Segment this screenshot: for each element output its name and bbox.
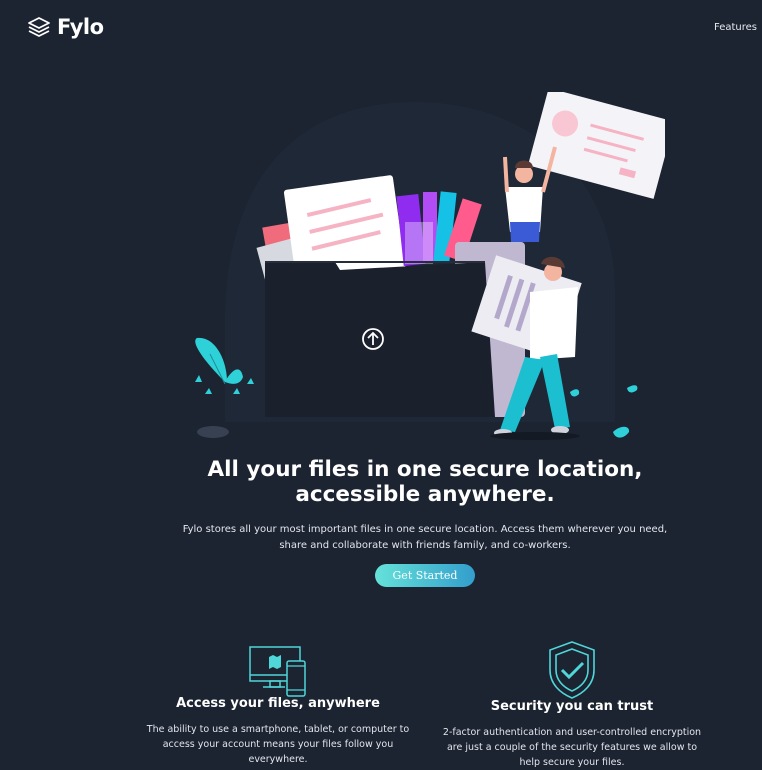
feature-title: Security you can trust bbox=[490, 699, 654, 714]
rock bbox=[197, 426, 229, 438]
feature-description-line: everywhere. bbox=[248, 754, 308, 765]
hero-description: Fylo stores all your most important file… bbox=[180, 522, 670, 553]
brand-logo[interactable]: Fylo bbox=[27, 14, 104, 40]
nav-link-features[interactable]: Features bbox=[714, 22, 757, 33]
main-nav: Features bbox=[714, 22, 757, 33]
feature-description: The ability to use a smartphone, tablet,… bbox=[140, 722, 416, 767]
ground-shadow bbox=[490, 432, 580, 440]
hero-description-line-2: share and collaborate with friends famil… bbox=[279, 539, 571, 551]
feature-description: 2-factor authentication and user-control… bbox=[434, 725, 710, 770]
hero-title-line-1: All your files in one secure location, bbox=[207, 457, 643, 482]
devices-icon bbox=[249, 646, 306, 697]
leaf-2 bbox=[627, 385, 638, 393]
brand-name: Fylo bbox=[57, 15, 104, 39]
feature-description-line: are just a couple of the security featur… bbox=[446, 742, 698, 753]
get-started-button[interactable]: Get Started bbox=[375, 564, 475, 587]
hero-illustration bbox=[195, 92, 665, 440]
leaf-3 bbox=[613, 426, 630, 438]
site-header: Fylo Features bbox=[0, 0, 762, 56]
feature-security: Security you can trust 2-factor authenti… bbox=[434, 640, 710, 768]
hero-title-line-2: accessible anywhere. bbox=[295, 482, 555, 507]
feature-description-line: The ability to use a smartphone, tablet,… bbox=[146, 724, 410, 735]
feature-title: Access your files, anywhere bbox=[176, 696, 380, 711]
feature-description-line: 2-factor authentication and user-control… bbox=[442, 727, 702, 738]
feature-access-anywhere: Access your files, anywhere The ability … bbox=[140, 640, 416, 767]
shield-check-icon bbox=[549, 641, 595, 699]
folder-front bbox=[265, 262, 495, 417]
hero-description-line-1: Fylo stores all your most important file… bbox=[182, 524, 668, 535]
hero-title: All your files in one secure location, a… bbox=[110, 457, 740, 507]
feature-description-line: access your account means your files fol… bbox=[162, 739, 394, 750]
feature-description-line: help secure your files. bbox=[519, 757, 625, 768]
stacked-layers-icon bbox=[28, 17, 50, 37]
